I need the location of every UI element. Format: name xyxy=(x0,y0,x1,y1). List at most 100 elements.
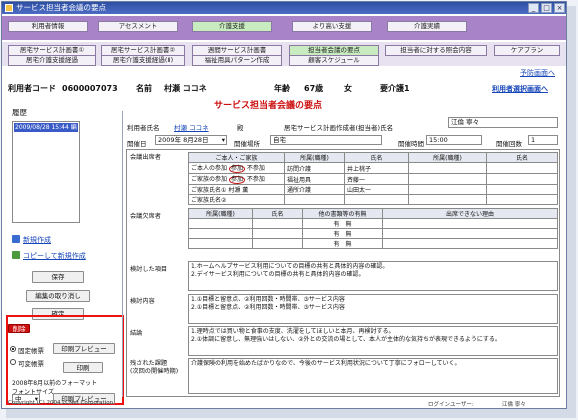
minimize-button[interactable]: _ xyxy=(528,3,539,13)
absent-affiliation[interactable] xyxy=(188,228,253,239)
window-shadow-bottom xyxy=(6,409,576,418)
time-field[interactable]: 15:00 xyxy=(426,135,482,145)
save-button[interactable]: 保存 xyxy=(32,271,84,283)
absentees-label: 会議欠席者 xyxy=(130,213,161,220)
reason-cell[interactable] xyxy=(382,218,558,229)
date-field[interactable]: 2009年 8月28日 ▾ xyxy=(155,135,227,145)
count-field[interactable]: 1 xyxy=(528,135,558,145)
planner-field[interactable]: 江倫 寧々 xyxy=(448,117,558,128)
fixed-form-radio[interactable] xyxy=(10,346,16,352)
table-row: ご本人の参加 参加 不参加 訪問介護 井上桃子 xyxy=(188,162,558,174)
new-link[interactable]: 新規作成 xyxy=(23,235,51,245)
cancel-edit-button[interactable]: 編集の取り消し xyxy=(26,290,90,302)
section-text: 1.理時点では買い物と食事の支度、洗濯をしてほしいと本月、再検討する。 2.①体… xyxy=(191,328,501,343)
menu-assessment[interactable]: アセスメント xyxy=(98,21,178,32)
affiliation-cell-2[interactable] xyxy=(408,162,487,174)
absent-affiliation[interactable] xyxy=(188,218,253,229)
variable-form-label: 可変帳票 xyxy=(18,360,44,368)
care-level: 要介護1 xyxy=(380,84,410,93)
menu-schedule[interactable]: 顧客スケジュール xyxy=(289,55,379,66)
copy-new-link[interactable]: コピーして新規作成 xyxy=(23,251,86,261)
header-cell: 出席できない理由 xyxy=(382,208,558,219)
history-list[interactable]: 2009/08/28 15:44 編集中 xyxy=(12,121,80,223)
name-cell-2[interactable] xyxy=(486,162,558,174)
affiliation-cell[interactable]: 福祉用具 xyxy=(284,173,345,185)
login-label: ログインユーザー: xyxy=(428,402,474,408)
absent-option[interactable]: 不参加 xyxy=(247,176,265,183)
name-cell[interactable] xyxy=(344,194,409,205)
absent-name[interactable] xyxy=(252,218,303,229)
no-option[interactable]: 無 xyxy=(346,231,352,238)
menu-inquiry[interactable]: 担当者に対する照会内容 xyxy=(385,45,487,56)
main-menu-bar: 利用者情報 アセスメント 介護支援 より高い支援 介護実績 xyxy=(2,16,566,40)
menu-support-log[interactable]: 居宅介護支援経過 xyxy=(8,55,96,66)
absentees-table: 所属(職種) 氏名 他の書類等の有無 出席できない理由 有 無 有 無 有 無 xyxy=(188,208,558,249)
header-cell: 他の書類等の有無 xyxy=(302,208,383,219)
sub-menu-bar: 居宅サービス計画書① 居宅サービス計画書② 週間サービス計画書 担当者会議の要点… xyxy=(2,42,566,66)
section-textarea[interactable]: 1.①目標と留意点、②利用回数・時間帯、③サービス内容 2.①目標と留意点、②利… xyxy=(188,294,558,324)
name-cell-2[interactable] xyxy=(486,184,558,195)
menu-welfare-pattern[interactable]: 福祉用具パターン作成 xyxy=(192,55,282,66)
menu-care-record[interactable]: 介護実績 xyxy=(387,21,467,32)
section-textarea[interactable]: 1.理時点では買い物と食事の支度、洗濯をしてほしいと本月、再検討する。 2.①体… xyxy=(188,326,558,356)
menu-user-info[interactable]: 利用者情報 xyxy=(8,21,88,32)
section-label: 検討内容 xyxy=(130,298,155,305)
attendees-table: ご本人・ご家族 所属(職種) 氏名 所属(職種) 氏名 ご本人の参加 参加 不参… xyxy=(188,152,558,205)
table-row: 有 無 xyxy=(188,228,558,239)
affiliation-cell-2[interactable] xyxy=(408,173,487,185)
affiliation-cell-2[interactable] xyxy=(408,194,487,205)
absent-affiliation[interactable] xyxy=(188,238,253,249)
date-label: 開催日 xyxy=(127,140,147,148)
header-cell: 所属(職種) xyxy=(188,208,253,219)
yes-option[interactable]: 有 xyxy=(333,221,339,228)
reason-cell[interactable] xyxy=(382,228,558,239)
name-cell[interactable]: 井上桃子 xyxy=(344,162,409,174)
name-cell-2[interactable] xyxy=(486,194,558,205)
no-option[interactable]: 無 xyxy=(346,241,352,248)
place-field[interactable]: 自宅 xyxy=(270,135,382,145)
attend-option[interactable]: 参加 xyxy=(228,165,245,173)
user-name-field[interactable]: 村瀬 ココネ xyxy=(174,122,209,132)
affiliation-cell[interactable]: 通所介護 xyxy=(284,184,345,195)
menu-higher-support[interactable]: より高い支援 xyxy=(292,21,372,32)
affiliation-cell[interactable] xyxy=(284,194,345,205)
user-code: 0600007073 xyxy=(62,84,118,93)
attend-cell: ご家族の参加 参加 不参加 xyxy=(188,173,285,185)
menu-support-log-2[interactable]: 居宅介護支援経過(Ⅱ) xyxy=(101,55,185,66)
affiliation-cell-2[interactable] xyxy=(408,184,487,195)
user-name-label: 利用者氏名 xyxy=(127,124,160,132)
maximize-button[interactable]: □ xyxy=(541,3,552,13)
section-label: 検討した項目 xyxy=(130,266,168,273)
title-bar: サービス担当者会議の要点 _ □ × xyxy=(2,2,566,14)
section-textarea[interactable]: 1.ホームヘルプサービス利用についての目標の共有と具体的内容の確認。 2.デイサ… xyxy=(188,261,558,291)
close-button[interactable]: × xyxy=(554,3,565,13)
name-cell[interactable]: 山田太一 xyxy=(344,184,409,195)
absent-name[interactable] xyxy=(252,228,303,239)
print-preview-button[interactable]: 印刷プレビュー xyxy=(53,343,115,354)
header-cell: 氏名 xyxy=(486,152,558,163)
time-label: 開催時間 xyxy=(398,140,424,148)
absent-name[interactable] xyxy=(252,238,303,249)
yes-option[interactable]: 有 xyxy=(333,241,339,248)
name-cell-2[interactable] xyxy=(486,173,558,185)
no-option[interactable]: 無 xyxy=(346,221,352,228)
attend-option[interactable]: 参加 xyxy=(228,176,245,184)
history-item[interactable]: 2009/08/28 15:44 編集中 xyxy=(14,123,78,140)
menu-care-support[interactable]: 介護支援 xyxy=(192,21,272,32)
affiliation-cell[interactable]: 訪問介護 xyxy=(284,162,345,174)
chevron-down-icon[interactable]: ▾ xyxy=(222,136,225,144)
date-value: 2009年 8月28日 xyxy=(158,136,209,144)
absent-option[interactable]: 不参加 xyxy=(247,165,265,172)
section-textarea[interactable]: 介護保険の利用を始めたばかりなので、今後のサービス利用状況について丁寧にフォロー… xyxy=(188,358,558,394)
variable-form-radio[interactable] xyxy=(10,359,16,365)
print-button[interactable]: 印刷 xyxy=(63,362,103,373)
user-select-link[interactable]: 利用者選択画面へ xyxy=(492,82,548,96)
reason-cell[interactable] xyxy=(382,238,558,249)
user-age: 67歳 xyxy=(304,84,324,93)
family-name[interactable]: 村瀬 薫 xyxy=(228,187,248,194)
prevention-link[interactable]: 予防画面へ xyxy=(520,68,555,78)
name-cell[interactable]: 斉藤一 xyxy=(344,173,409,185)
menu-care-plan[interactable]: ケアプラン xyxy=(494,45,560,56)
name-label: 名前 xyxy=(136,84,152,93)
yes-option[interactable]: 有 xyxy=(333,231,339,238)
